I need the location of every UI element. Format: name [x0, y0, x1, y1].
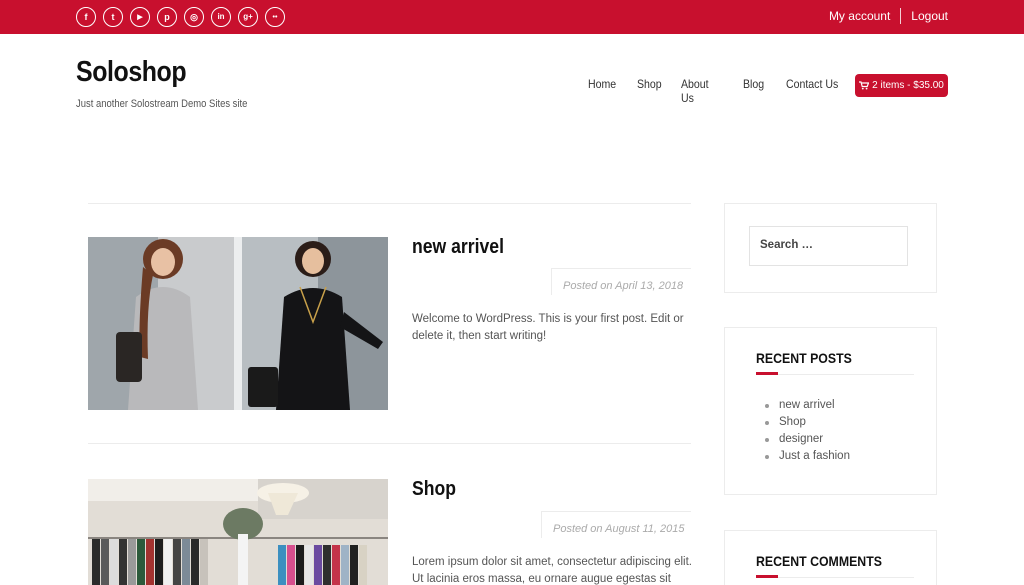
divider	[88, 443, 691, 444]
search-widget: Search …	[724, 203, 937, 293]
post-date[interactable]: Posted on August 11, 2015	[553, 523, 685, 535]
divider	[88, 203, 691, 204]
post-excerpt: Lorem ipsum dolor sit amet, consectetur …	[412, 556, 692, 585]
post-excerpt: Welcome to WordPress. This is your first…	[412, 313, 684, 342]
title-accent	[756, 575, 778, 578]
widget-title: RECENT POSTS	[756, 350, 852, 366]
google-plus-icon[interactable]: g+	[238, 7, 258, 27]
title-accent	[756, 372, 778, 375]
widget-title: RECENT COMMENTS	[756, 553, 882, 569]
recent-posts-list: new arrivel Shop designer Just a fashion	[765, 397, 850, 465]
divider	[756, 374, 914, 375]
site-tagline: Just another Solostream Demo Sites site	[76, 98, 248, 110]
nav-item-home[interactable]: Home	[588, 77, 616, 91]
my-account-link[interactable]: My account	[829, 9, 890, 23]
post-date[interactable]: Posted on April 13, 2018	[563, 280, 683, 292]
facebook-icon[interactable]: f	[76, 7, 96, 27]
account-links: My account Logout	[829, 8, 948, 24]
nav-item-shop[interactable]: Shop	[637, 77, 662, 91]
twitter-icon[interactable]: t	[103, 7, 123, 27]
list-item[interactable]: Just a fashion	[765, 448, 850, 465]
post-thumbnail[interactable]	[88, 237, 388, 410]
list-item[interactable]: Shop	[765, 414, 850, 431]
post-title[interactable]: new arrivel	[412, 236, 504, 259]
nav-item-about-us[interactable]: About Us	[681, 77, 709, 105]
cart-button[interactable]: 2 items - $35.00	[855, 74, 948, 97]
search-input[interactable]: Search …	[749, 226, 908, 266]
flickr-icon[interactable]: ••	[265, 7, 285, 27]
nav-item-blog[interactable]: Blog	[743, 77, 764, 91]
logout-link[interactable]: Logout	[911, 9, 948, 23]
nav-item-contact-us[interactable]: Contact Us	[786, 77, 838, 91]
linkedin-icon[interactable]: in	[211, 7, 231, 27]
social-links: f t ▶ p ◎ in g+ ••	[76, 7, 285, 27]
top-bar: f t ▶ p ◎ in g+ •• My account Logout	[0, 0, 1024, 34]
recent-posts-widget: RECENT POSTS new arrivel Shop designer J…	[724, 327, 937, 495]
list-item[interactable]: designer	[765, 431, 850, 448]
divider	[756, 577, 914, 578]
recent-comments-widget: RECENT COMMENTS	[724, 530, 937, 585]
cart-label: 2 items - $35.00	[872, 80, 944, 91]
instagram-icon[interactable]: ◎	[184, 7, 204, 27]
youtube-icon[interactable]: ▶	[130, 7, 150, 27]
cart-icon	[859, 81, 870, 90]
list-item[interactable]: new arrivel	[765, 397, 850, 414]
post-thumbnail[interactable]	[88, 479, 388, 585]
pinterest-icon[interactable]: p	[157, 7, 177, 27]
post-title[interactable]: Shop	[412, 478, 456, 501]
divider	[900, 8, 902, 24]
site-title[interactable]: Soloshop	[76, 56, 187, 89]
